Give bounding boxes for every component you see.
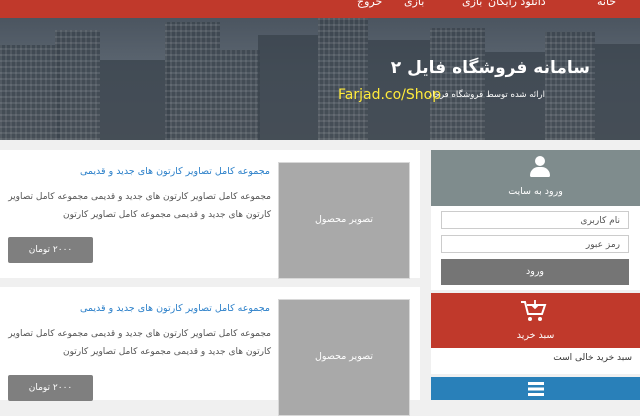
product-card: تصویر محصول مجموعه کامل تصاویر کارتون ها… [0,287,420,416]
skyline-building [165,22,220,140]
site-title: سامانه فروشگاه فایل ۲ [390,58,590,78]
nav-item-exit[interactable]: خروج [357,0,382,8]
product-image[interactable]: تصویر محصول [278,162,410,279]
skyline-building [318,18,368,140]
cart-body: سبد خرید خالی است [431,348,640,374]
top-nav: خانه دانلود رایگان بازی بازی خروج [0,0,640,18]
cart-empty-message: سبد خرید خالی است [553,353,632,363]
product-image-label: تصویر محصول [315,213,373,225]
nav-item-game[interactable]: بازی [462,0,482,8]
price-button[interactable]: ۲۰۰۰ تومان [8,237,93,263]
blue-box-header [431,377,640,400]
site-url[interactable]: Farjad.co/Shop [338,87,441,103]
header-banner: سامانه فروشگاه فایل ۲ ارائه شده توسط فرو… [0,18,640,140]
cart-icon [521,300,547,321]
list-icon [528,382,544,396]
skyline-building [545,32,595,140]
login-form: نام کاربری رمز عبور ورود [431,206,640,290]
skyline-building [220,50,260,140]
price-button[interactable]: ۲۰۰۰ تومان [8,375,93,401]
product-description: مجموعه کامل تصاویر کارتون های جدید و قدی… [8,329,271,357]
skyline-building [430,28,485,140]
skyline-building [0,45,60,140]
product-image-label: تصویر محصول [315,350,373,362]
cart-header: سبد خرید [431,293,640,348]
product-title[interactable]: مجموعه کامل تصاویر کارتون های جدید و قدی… [70,303,270,314]
nav-item-game-2[interactable]: بازی [404,0,424,8]
login-header: ورود به سایت [431,150,640,206]
skyline-building [55,30,100,140]
password-input[interactable]: رمز عبور [441,235,629,253]
product-image[interactable]: تصویر محصول [278,299,410,416]
skyline-building [100,60,170,140]
login-title: ورود به سایت [508,186,563,197]
skyline-building [595,44,640,140]
skyline-building [258,35,318,140]
cart-title: سبد خرید [516,330,555,341]
nav-item-home[interactable]: خانه [597,0,616,8]
user-icon [529,156,551,180]
site-tagline: ارائه شده توسط فروشگاه فرجاد [428,90,545,100]
product-title[interactable]: مجموعه کامل تصاویر کارتون های جدید و قدی… [70,166,270,177]
username-input[interactable]: نام کاربری [441,211,629,229]
nav-item-download[interactable]: دانلود رایگان [488,0,546,8]
product-card: تصویر محصول مجموعه کامل تصاویر کارتون ها… [0,150,420,279]
login-button[interactable]: ورود [441,259,629,285]
product-description: مجموعه کامل تصاویر کارتون های جدید و قدی… [8,192,271,220]
